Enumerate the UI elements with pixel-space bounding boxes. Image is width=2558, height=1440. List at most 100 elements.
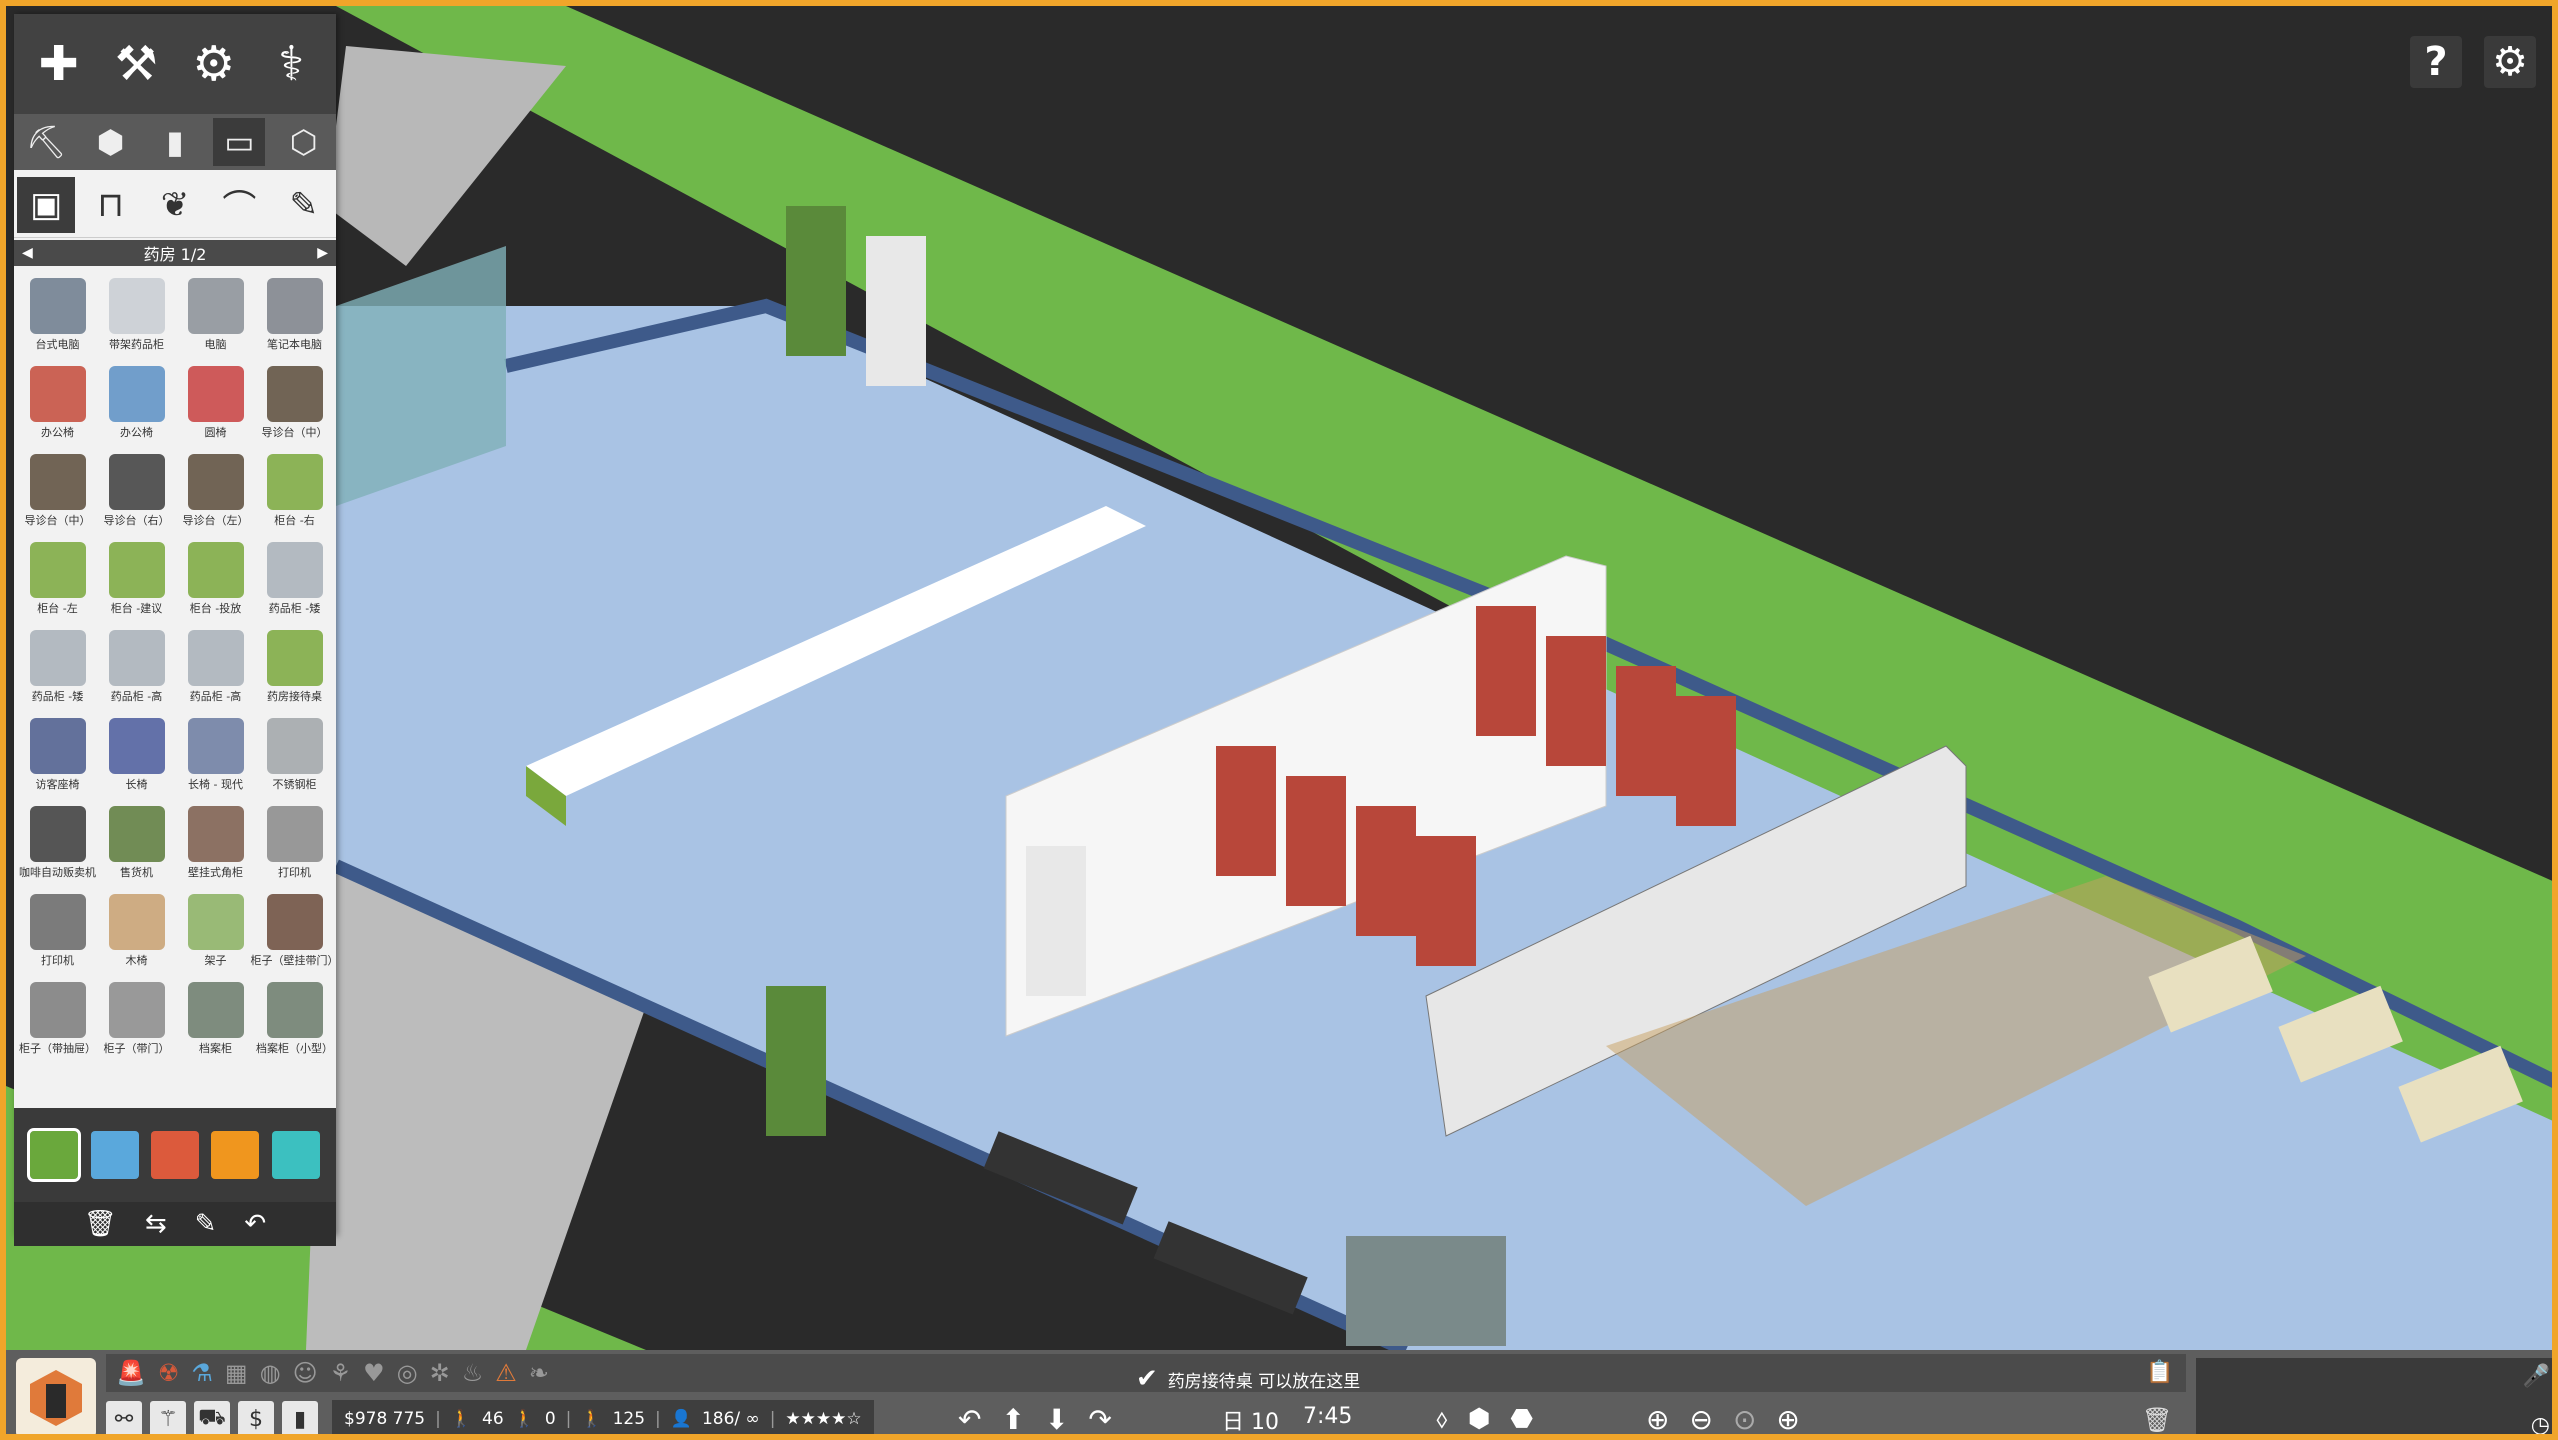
catalog-item[interactable]: 药品柜 -高 — [97, 624, 176, 712]
network-icon[interactable]: ⚯ — [106, 1401, 142, 1434]
catalog-item[interactable]: 笔记本电脑 — [255, 272, 334, 360]
catalog-item[interactable]: 办公椅 — [18, 360, 97, 448]
boxes-icon[interactable]: ⬡ — [278, 118, 330, 166]
catalog-item[interactable]: 圆椅 — [176, 360, 255, 448]
catalog-item[interactable]: 导诊台（左） — [176, 448, 255, 536]
catalog-item[interactable]: 长椅 - 现代 — [176, 712, 255, 800]
demolish-icon[interactable]: 🗑 — [2142, 1406, 2172, 1434]
catalog-item[interactable]: 柜台 -建议 — [97, 536, 176, 624]
catalog-item[interactable]: 咖啡自动贩卖机 — [18, 800, 97, 888]
flask-icon[interactable]: ⚗ — [191, 1359, 213, 1387]
stethoscope-icon[interactable]: ⚕ — [260, 33, 322, 95]
catalog-item[interactable]: 售货机 — [97, 800, 176, 888]
catalog-item[interactable]: 木椅 — [97, 888, 176, 976]
monitor-icon[interactable]: ▭ — [213, 118, 266, 166]
layer-walls-icon[interactable]: ⬢ — [1468, 1404, 1491, 1434]
catalog-item[interactable]: 柜子（带抽屉） — [18, 976, 97, 1064]
catalog-item[interactable]: 药品柜 -矮 — [255, 536, 334, 624]
alarm-icon[interactable]: 🚨 — [116, 1359, 146, 1387]
swatch-4[interactable] — [271, 1131, 320, 1179]
warning-icon[interactable]: ⚠ — [495, 1359, 517, 1387]
catalog-item[interactable]: 导诊台（中） — [18, 448, 97, 536]
catalog-item[interactable]: 壁挂式角柜 — [176, 800, 255, 888]
gears-icon[interactable]: ⚙ — [183, 33, 245, 95]
catalog-item[interactable]: 柜台 -右 — [255, 448, 334, 536]
catalog-item[interactable]: 打印机 — [255, 800, 334, 888]
next-page-icon[interactable]: ▶ — [317, 245, 328, 261]
paint-icon[interactable]: ✎ — [275, 177, 333, 233]
rotate-left-icon[interactable]: ↶ — [958, 1403, 981, 1435]
eyedropper-icon[interactable]: ✎ — [195, 1209, 217, 1239]
catalog-item[interactable]: 档案柜 — [176, 976, 255, 1064]
prev-page-icon[interactable]: ◀ — [22, 245, 33, 261]
catalog-item[interactable]: 长椅 — [97, 712, 176, 800]
catalog-item[interactable]: 办公椅 — [97, 360, 176, 448]
swatch-2[interactable] — [150, 1131, 199, 1179]
catalog-item[interactable]: 台式电脑 — [18, 272, 97, 360]
floor-down-icon[interactable]: ⬇ — [1045, 1403, 1068, 1435]
layer-floor-icon[interactable]: ⬨ — [1436, 1404, 1448, 1435]
layer-full-icon[interactable]: ⬣ — [1510, 1404, 1533, 1434]
swatch-1[interactable] — [90, 1131, 139, 1179]
help-button[interactable]: ? — [2410, 36, 2462, 88]
catalog-item[interactable]: 柜子（带门） — [97, 976, 176, 1064]
swatch-0[interactable] — [27, 1128, 82, 1182]
rotate-right-icon[interactable]: ↷ — [1088, 1403, 1111, 1435]
heart-icon[interactable]: ♥ — [363, 1359, 385, 1387]
catalog-item[interactable]: 柜台 -左 — [18, 536, 97, 624]
isometric-hospital-scene[interactable] — [6, 6, 2558, 1440]
catalog-item[interactable]: 柜子（壁挂带门） — [251, 888, 339, 976]
undo-icon[interactable]: ↶ — [244, 1209, 266, 1239]
floor-up-icon[interactable]: ⬆ — [1001, 1403, 1024, 1435]
fire-icon[interactable]: ♨ — [462, 1359, 484, 1387]
cube-icon[interactable]: ⬢ — [85, 118, 137, 166]
trash-icon[interactable]: 🗑 — [84, 1209, 117, 1239]
item-thumbnail-icon — [187, 806, 244, 862]
zoom-out-icon[interactable]: ⊖ — [1689, 1403, 1712, 1435]
catalog-item[interactable]: 访客座椅 — [18, 712, 97, 800]
catalog-item[interactable]: 药品柜 -矮 — [18, 624, 97, 712]
clock-icon[interactable]: ◷ — [2531, 1413, 2550, 1434]
catalog-item[interactable]: 药房接待桌 — [255, 624, 334, 712]
catalog-item[interactable]: 柜台 -投放 — [176, 536, 255, 624]
move-icon[interactable]: ⇆ — [145, 1209, 167, 1239]
microphone-icon[interactable]: 🎤 — [2523, 1364, 2550, 1389]
zoom-reset-icon[interactable]: ⊙ — [1733, 1403, 1756, 1435]
settings-gear-icon[interactable]: ⚙ — [2484, 36, 2536, 88]
item-label: 导诊台（中） — [261, 426, 328, 439]
staff-icon[interactable]: ⚚ — [150, 1401, 186, 1434]
catalog-item[interactable]: 药品柜 -高 — [176, 624, 255, 712]
ambulance-icon[interactable]: ⛟ — [194, 1401, 230, 1434]
leaf-icon[interactable]: ❧ — [529, 1359, 549, 1387]
game-logo[interactable] — [16, 1358, 96, 1434]
broom-icon[interactable]: ⚘ — [330, 1359, 352, 1387]
globe-icon[interactable]: ◎ — [397, 1359, 418, 1387]
zoom-fit-icon[interactable]: ⊕ — [1776, 1403, 1799, 1435]
pot-icon[interactable]: ◍ — [260, 1359, 281, 1387]
clipboard-icon[interactable]: 📋 — [2146, 1360, 2173, 1385]
build-plus-icon[interactable]: ✚ — [28, 33, 90, 95]
equipment-icon[interactable]: ▣ — [17, 176, 76, 233]
crane-icon[interactable]: ⛏ — [20, 118, 72, 166]
chart-icon[interactable]: ▮ — [282, 1401, 318, 1434]
hammer-icon[interactable]: ⚒ — [105, 33, 167, 95]
catalog-item[interactable]: 导诊台（中） — [255, 360, 334, 448]
catalog-item[interactable]: 电脑 — [176, 272, 255, 360]
catalog-item[interactable]: 不锈钢柜 — [255, 712, 334, 800]
lamp-icon[interactable]: ⌒ — [210, 177, 268, 233]
grid-icon[interactable]: ▦ — [225, 1359, 248, 1387]
plant-icon[interactable]: ❦ — [146, 177, 204, 233]
radiation-icon[interactable]: ☢ — [158, 1359, 180, 1387]
catalog-item[interactable]: 档案柜（小型） — [255, 976, 334, 1064]
virus-icon[interactable]: ✲ — [430, 1359, 450, 1387]
catalog-item[interactable]: 带架药品柜 — [97, 272, 176, 360]
zoom-in-icon[interactable]: ⊕ — [1646, 1403, 1669, 1435]
desk-icon[interactable]: ⊓ — [82, 177, 140, 233]
catalog-item[interactable]: 架子 — [176, 888, 255, 976]
catalog-item[interactable]: 打印机 — [18, 888, 97, 976]
smiley-icon[interactable]: ☺ — [293, 1359, 318, 1387]
finance-icon[interactable]: $ — [238, 1401, 274, 1434]
catalog-item[interactable]: 导诊台（右） — [97, 448, 176, 536]
swatch-3[interactable] — [211, 1131, 260, 1179]
wall-door-icon[interactable]: ▮ — [149, 118, 201, 166]
